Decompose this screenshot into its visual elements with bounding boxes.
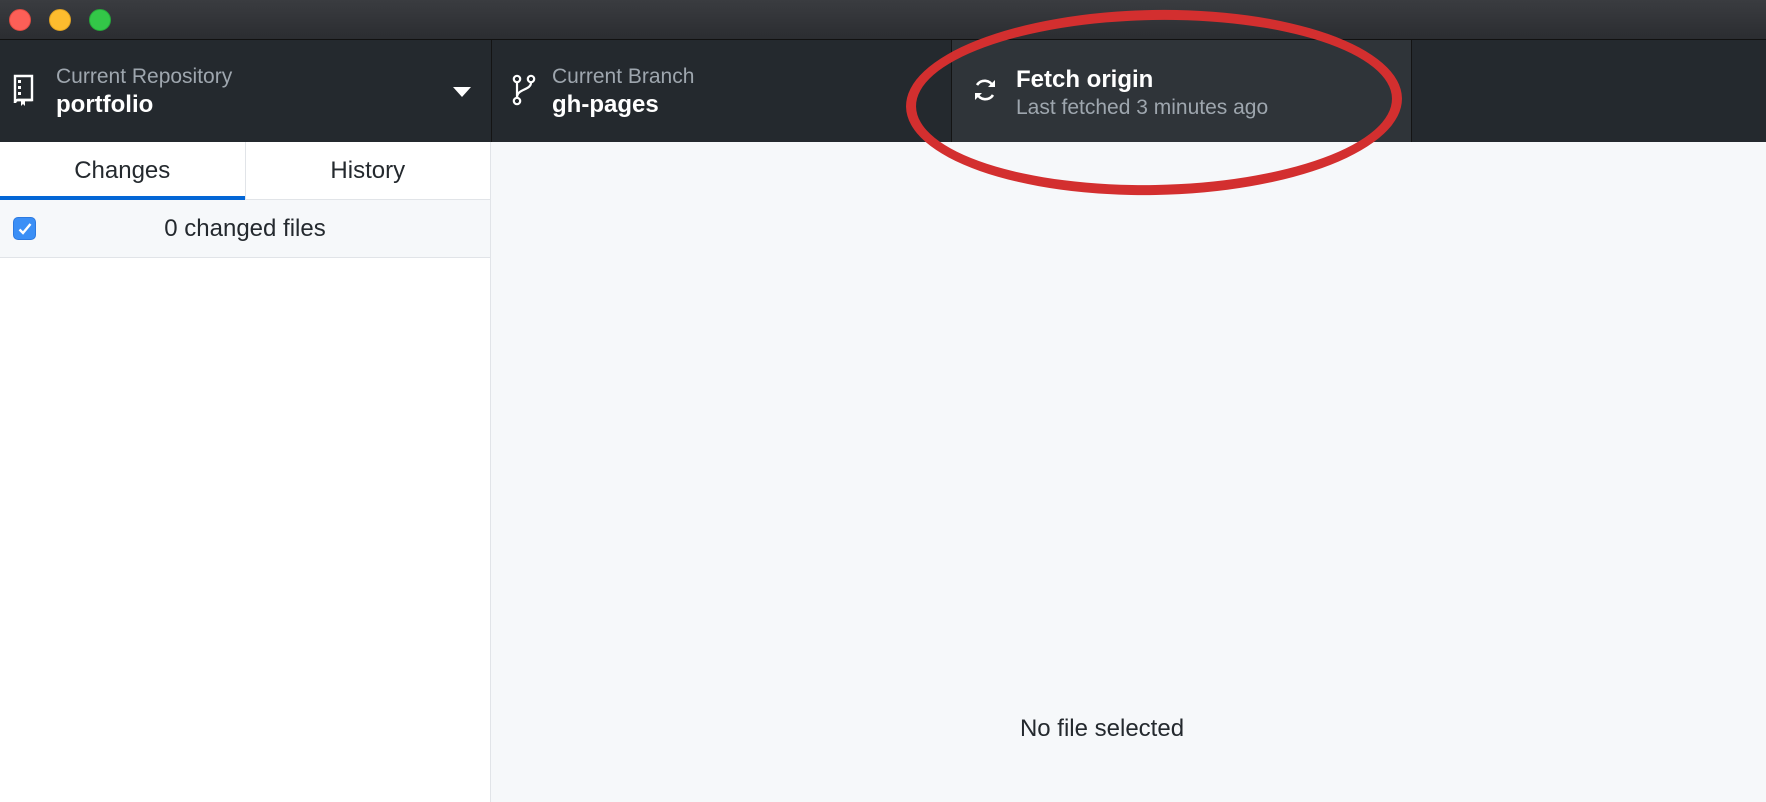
diff-view: No file selected xyxy=(492,142,1766,802)
toolbar: Current Repository portfolio Current Bra… xyxy=(0,40,1766,142)
tab-history[interactable]: History xyxy=(244,142,491,199)
repo-icon xyxy=(12,74,36,111)
window-minimize-button[interactable] xyxy=(49,9,71,31)
checkmark-icon xyxy=(18,222,31,235)
changes-header: 0 changed files xyxy=(0,200,490,258)
title-bar xyxy=(0,0,1766,40)
changed-files-count: 0 changed files xyxy=(164,214,326,242)
git-branch-icon xyxy=(512,74,536,111)
window-close-button[interactable] xyxy=(9,9,31,31)
fetch-origin-button[interactable]: Fetch origin Last fetched 3 minutes ago xyxy=(952,40,1412,142)
sync-icon xyxy=(972,77,998,108)
fetch-title: Fetch origin xyxy=(1016,66,1154,93)
current-branch-button[interactable]: Current Branch gh-pages xyxy=(492,40,952,142)
current-repository-button[interactable]: Current Repository portfolio xyxy=(0,40,492,142)
sidebar: Changes History 0 changed files xyxy=(0,142,491,802)
app-window: Current Repository portfolio Current Bra… xyxy=(0,0,1766,802)
repository-name: portfolio xyxy=(56,91,154,118)
sidebar-tabs: Changes History xyxy=(0,142,490,200)
fetch-subtitle: Last fetched 3 minutes ago xyxy=(1016,96,1269,119)
branch-name: gh-pages xyxy=(552,91,659,118)
no-file-selected-message: No file selected xyxy=(1019,715,1185,742)
select-all-checkbox[interactable] xyxy=(13,217,36,240)
repository-caption: Current Repository xyxy=(56,65,233,88)
caret-down-icon xyxy=(453,87,471,97)
window-maximize-button[interactable] xyxy=(89,9,111,31)
branch-caption: Current Branch xyxy=(552,65,695,88)
tab-changes[interactable]: Changes xyxy=(0,142,245,200)
